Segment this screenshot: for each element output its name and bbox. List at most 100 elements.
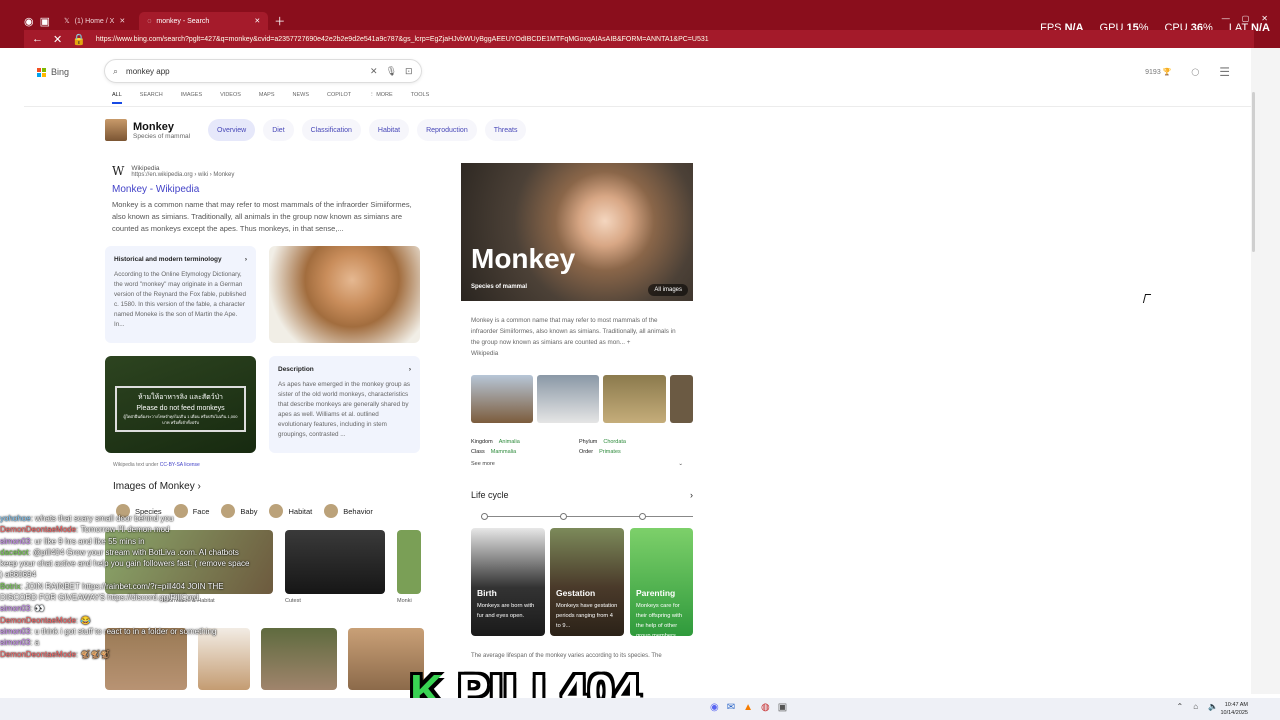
license-note: Wikipedia text under CC-BY-SA license [113,462,200,468]
knowledge-hero-image[interactable]: Monkey Species of mammal All images [461,163,693,301]
chat-message: DemonDeontaeMode: Tomorrow I'll demon mo… [0,525,170,535]
close-tab-icon[interactable]: ✕ [254,17,260,25]
tab-diet[interactable]: Diet [263,119,294,141]
fact-link[interactable]: Animalia [499,439,520,445]
tab-classification[interactable]: Classification [301,119,361,141]
nav-all[interactable]: ALL [112,92,122,104]
nav-search[interactable]: SEARCH [140,92,163,104]
entity-subtitle: Species of mammal [133,132,191,140]
nav-videos[interactable]: VIDEOS [220,92,241,104]
license-link[interactable]: CC-BY-SA license [160,462,200,468]
stage-parenting-card[interactable]: Parenting Monkeys care for their offsprin… [630,528,693,639]
knowledge-thumb[interactable] [603,375,666,423]
volume-icon[interactable]: 🔈 [1208,702,1218,711]
stage-birth-card[interactable]: Birth Monkeys are born with fur and eyes … [471,528,545,636]
knowledge-thumb[interactable] [471,375,534,423]
account-icon[interactable]: ◯ [1191,68,1199,76]
bing-logo[interactable]: Bing [37,67,69,77]
x-logo-icon: 𝕏 [64,18,70,25]
see-more-button[interactable]: See more ⌄ [471,461,683,467]
history-card[interactable]: Historical and modern terminology › Accor… [105,246,256,343]
app-icon[interactable]: ▣ [778,702,787,713]
nav-maps[interactable]: MAPS [259,92,275,104]
chip-habitat[interactable]: Habitat [269,504,312,518]
chrome-icon[interactable]: ◍ [761,702,770,713]
tab-overview[interactable]: Overview [208,119,256,141]
close-tab-icon[interactable]: ✕ [119,17,125,25]
image-tile[interactable]: Cutest [285,530,385,604]
chat-message: DemonDeontaeMode: 🐒🐒🐒 [0,649,111,659]
discord-icon[interactable]: ◉ [710,702,719,713]
mouse-cursor [1142,294,1152,303]
nav-more[interactable]: ⋮ MORE [369,92,393,104]
chat-message: yohohoe: whats that scary small door beh… [0,514,174,523]
stop-icon[interactable]: ✕ [53,33,62,46]
tab-x-home[interactable]: 𝕏 (1) Home / X ✕ [56,12,133,30]
chip-thumb [324,504,339,518]
system-clock[interactable]: 10:47 AM 10/14/2025 [1220,701,1248,717]
chevron-right-icon: › [690,490,693,500]
rewards-points[interactable]: 9193 [1145,69,1161,76]
vlc-icon[interactable]: ▲ [743,702,753,713]
nav-copilot[interactable]: COPILOT [327,92,351,104]
scroll-thumb[interactable] [1252,92,1255,252]
fact-link[interactable]: Chordata [603,439,626,445]
stage-gestation-card[interactable]: Gestation Monkeys have gestation periods … [550,528,624,636]
image-tile[interactable] [261,628,337,690]
result-snippet: Monkey is a common name that may refer t… [112,200,412,233]
life-cycle-timeline [481,513,693,520]
visual-search-icon[interactable]: ⊡ [405,66,413,77]
nav-news[interactable]: NEWS [293,92,310,104]
knowledge-thumb[interactable] [537,375,600,423]
url-field[interactable]: https://www.bing.com/search?pglt=427&q=m… [96,36,709,43]
network-icon[interactable]: ⌂ [1193,702,1198,711]
microphone-icon[interactable]: 🎙 [386,66,397,77]
nav-images[interactable]: IMAGES [181,92,202,104]
knowledge-thumb[interactable] [669,375,693,423]
rewards-icon[interactable]: 🏆 [1163,69,1172,76]
result-title-link[interactable]: Monkey - Wikipedia [112,184,422,195]
clear-icon[interactable]: ✕ [370,66,378,77]
chat-message: dacebot: @pill404 Grow your stream with … [0,547,250,580]
browser-chrome: ◉ ▣ 𝕏 (1) Home / X ✕ ◌ monkey - Search ✕ ＋ —… [0,0,1280,48]
fact-link[interactable]: Mammalia [491,449,516,455]
menu-icon[interactable]: ☰ [1219,65,1230,79]
entity-thumbnail[interactable] [105,119,127,141]
life-cycle-heading[interactable]: Life cycle › [471,490,693,500]
chip-behavior[interactable]: Behavior [324,504,373,518]
monkey-photo[interactable] [269,246,420,343]
entity-header: Monkey Species of mammal [105,119,190,141]
result-source: W Wikipedia https://en.wikipedia.org › wi… [112,164,235,178]
tab-bing-search[interactable]: ◌ monkey - Search ✕ [139,12,269,30]
tab-reproduction[interactable]: Reproduction [417,119,477,141]
new-tab-icon[interactable]: ＋ [274,13,285,29]
search-box[interactable]: ⌕ ✕ 🎙 ⊡ [104,59,422,83]
all-images-button[interactable]: All images [648,284,688,296]
mail-icon[interactable]: ✉ [727,702,735,713]
chip-thumb [269,504,284,518]
image-tile[interactable]: Monki [397,530,421,604]
search-icon: ⌕ [113,65,119,76]
no-feeding-sign-photo[interactable]: ห้ามให้อาหารลิง และสัตว์ป่า Please do no… [105,356,256,453]
fact-link[interactable]: Primates [599,449,621,455]
loading-icon: ◌ [147,17,152,25]
profile-icon[interactable]: ◉ [24,15,34,28]
knowledge-panel: Monkey Species of mammal All images Monk… [461,163,693,467]
chevron-up-icon[interactable]: ⌃ [1176,702,1183,711]
chat-message: simon03: 👀 [0,604,45,614]
taskbar: ◉ ✉ ▲ ◍ ▣ ⌃ ⌂ 🔈 10:47 AM 10/14/2025 [0,698,1280,720]
tab-threats[interactable]: Threats [484,119,527,141]
wikipedia-icon: W [112,164,125,178]
search-input[interactable] [126,66,363,76]
wikipedia-result: W Wikipedia https://en.wikipedia.org › wi… [112,164,422,235]
images-heading[interactable]: Images of Monkey › [113,481,201,492]
header-actions: 9193 🏆 ◯ ☰ [1145,65,1230,79]
search-nav: ALL SEARCH IMAGES VIDEOS MAPS NEWS COPIL… [112,92,429,104]
address-bar: ← ✕ 🔒 https://www.bing.com/search?pglt=4… [24,30,1254,48]
workspaces-icon[interactable]: ▣ [40,15,50,28]
nav-tools[interactable]: TOOLS [411,92,430,104]
tab-habitat[interactable]: Habitat [368,119,410,141]
taxonomy-facts: Kingdom Animalia Phylum Chordata Class Mamm… [471,439,626,455]
back-icon[interactable]: ← [32,33,43,45]
description-card[interactable]: Description › As apes have emerged in the… [269,356,420,453]
